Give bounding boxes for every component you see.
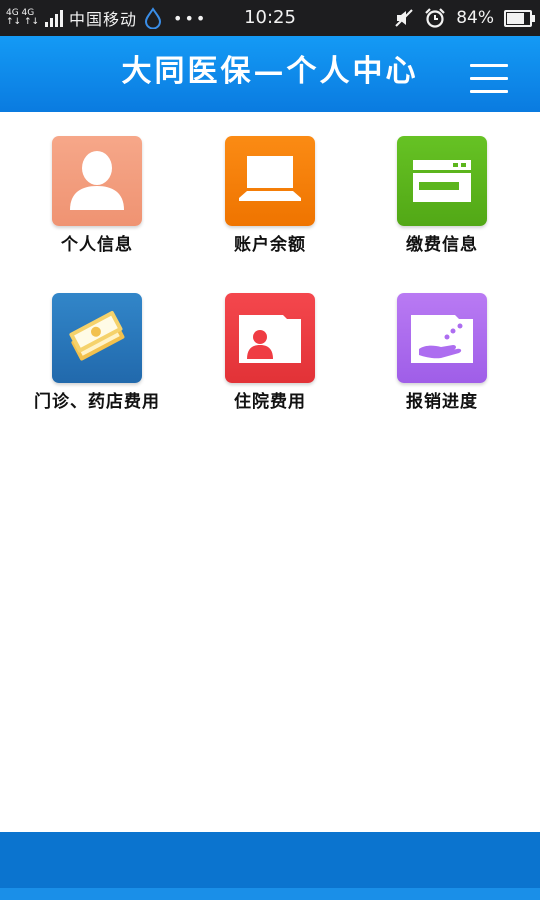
status-bar: 4G 4G ↑↓ ↑↓ 中国移动 ••• 10:25 84% bbox=[0, 0, 540, 36]
tile-label: 报销进度 bbox=[406, 392, 478, 412]
tile-payment-info[interactable]: 缴费信息 bbox=[357, 136, 527, 266]
app-header: 大同医保—个人中心 bbox=[0, 36, 540, 112]
bottom-bar bbox=[0, 832, 540, 888]
cash-icon bbox=[52, 293, 142, 383]
page-title: 大同医保—个人中心 bbox=[121, 54, 419, 89]
person-icon bbox=[52, 136, 142, 226]
tile-label: 个人信息 bbox=[61, 235, 133, 255]
status-right: 84% bbox=[394, 0, 535, 36]
tile-reimbursement-progress[interactable]: 报销进度 bbox=[357, 293, 527, 423]
hamburger-icon bbox=[470, 64, 508, 67]
card-icon bbox=[397, 136, 487, 226]
tile-label: 门诊、药店费用 bbox=[34, 392, 160, 412]
inpatient-icon bbox=[225, 293, 315, 383]
hamburger-line bbox=[470, 90, 508, 93]
hamburger-line bbox=[470, 77, 508, 80]
laptop-icon bbox=[225, 136, 315, 226]
menu-button[interactable] bbox=[470, 64, 508, 94]
battery-percent: 84% bbox=[456, 8, 494, 28]
bottom-nav-strip bbox=[0, 888, 540, 900]
alarm-icon bbox=[425, 8, 445, 28]
tile-inpatient-fees[interactable]: 住院费用 bbox=[185, 293, 355, 423]
hand-icon bbox=[397, 293, 487, 383]
mute-icon bbox=[395, 9, 413, 27]
battery-icon bbox=[504, 9, 535, 27]
tile-label: 住院费用 bbox=[234, 392, 306, 412]
tile-outpatient-pharmacy[interactable]: 门诊、药店费用 bbox=[12, 293, 182, 423]
tile-label: 缴费信息 bbox=[406, 235, 478, 255]
tile-personal-info[interactable]: 个人信息 bbox=[12, 136, 182, 266]
tile-account-balance[interactable]: 账户余额 bbox=[185, 136, 355, 266]
tile-label: 账户余额 bbox=[234, 235, 306, 255]
